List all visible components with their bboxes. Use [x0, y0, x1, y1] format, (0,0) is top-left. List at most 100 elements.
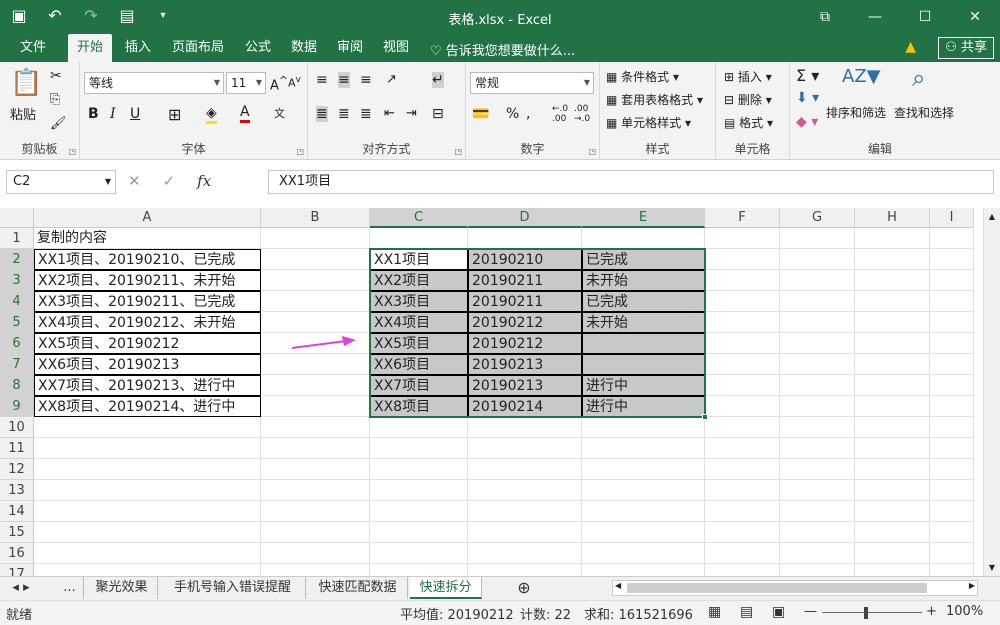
sheet-tab[interactable]: 快速匹配数据: [308, 577, 408, 599]
cell[interactable]: [261, 312, 370, 333]
column-header-b[interactable]: B: [261, 208, 370, 228]
cell[interactable]: [370, 522, 468, 543]
cell[interactable]: XX7项目、20190213、进行中: [34, 375, 261, 396]
dialog-launcher-icon[interactable]: ◳: [68, 147, 76, 156]
italic-icon[interactable]: I: [110, 106, 116, 122]
row-header-6[interactable]: 6: [0, 333, 34, 354]
cell[interactable]: [780, 270, 855, 291]
cell[interactable]: [855, 564, 930, 576]
cell[interactable]: [930, 375, 974, 396]
percent-icon[interactable]: %: [506, 106, 519, 122]
cell[interactable]: 进行中: [582, 396, 705, 417]
cell[interactable]: [582, 354, 705, 375]
cell[interactable]: [780, 228, 855, 249]
fill-icon[interactable]: ⬇ ▾: [796, 90, 819, 106]
cell[interactable]: 已完成: [582, 291, 705, 312]
decrease-font-icon[interactable]: Av: [288, 74, 301, 90]
cell[interactable]: [855, 396, 930, 417]
fill-handle[interactable]: [702, 414, 708, 420]
cell[interactable]: [855, 438, 930, 459]
cell[interactable]: [855, 249, 930, 270]
cell[interactable]: [930, 564, 974, 576]
cell[interactable]: [261, 501, 370, 522]
column-header-f[interactable]: F: [705, 208, 780, 228]
cell[interactable]: 20190210: [468, 249, 582, 270]
tab-file[interactable]: 文件: [10, 34, 56, 62]
column-header-e[interactable]: E: [582, 208, 705, 228]
worksheet-grid[interactable]: ▲ ▼ A B C D E F G H I 1 复制的内容 2 XX1项目、20190210、已完成 XX…: [0, 208, 1000, 576]
cell[interactable]: [705, 249, 780, 270]
cell[interactable]: [855, 480, 930, 501]
cell[interactable]: [468, 480, 582, 501]
cell[interactable]: [780, 396, 855, 417]
cell[interactable]: [468, 564, 582, 576]
zoom-in-icon[interactable]: +: [926, 604, 937, 619]
cell[interactable]: XX7项目: [370, 375, 468, 396]
find-select-button[interactable]: 查找和选择: [894, 104, 954, 121]
ribbon-display-icon[interactable]: ⧉: [800, 0, 850, 34]
cell[interactable]: [34, 417, 261, 438]
number-format-select[interactable]: 常规 ▼: [470, 72, 594, 94]
cell[interactable]: [261, 270, 370, 291]
cell[interactable]: [705, 543, 780, 564]
cell[interactable]: [855, 375, 930, 396]
row-header-17[interactable]: 17: [0, 564, 34, 576]
name-box[interactable]: C2 ▼: [6, 170, 116, 194]
cell[interactable]: [780, 480, 855, 501]
decrease-indent-icon[interactable]: ⇤: [384, 106, 395, 121]
border-icon[interactable]: ⊞: [168, 105, 181, 124]
cell[interactable]: [930, 354, 974, 375]
vertical-scrollbar[interactable]: ▲ ▼: [983, 208, 1000, 576]
column-header-i[interactable]: I: [930, 208, 974, 228]
sheet-tab-active[interactable]: 快速拆分: [410, 577, 482, 599]
warning-icon[interactable]: ▲: [905, 39, 916, 55]
row-header-11[interactable]: 11: [0, 438, 34, 459]
cell[interactable]: [261, 417, 370, 438]
cell[interactable]: [780, 417, 855, 438]
cell[interactable]: [705, 291, 780, 312]
cell[interactable]: [370, 543, 468, 564]
cell[interactable]: [370, 480, 468, 501]
cancel-icon[interactable]: ✕: [128, 172, 141, 190]
tab-formulas[interactable]: 公式: [238, 34, 278, 62]
add-sheet-icon[interactable]: ⊕: [512, 577, 536, 599]
insert-cells-button[interactable]: ⊞ 插入 ▾: [724, 68, 772, 85]
cell[interactable]: [34, 543, 261, 564]
cell[interactable]: [582, 564, 705, 576]
cell[interactable]: [34, 480, 261, 501]
dialog-launcher-icon[interactable]: ◳: [454, 147, 462, 156]
cell[interactable]: [34, 438, 261, 459]
font-color-icon[interactable]: A: [240, 104, 250, 123]
cell[interactable]: [930, 522, 974, 543]
cell[interactable]: [705, 396, 780, 417]
cell[interactable]: [261, 438, 370, 459]
cell[interactable]: [468, 417, 582, 438]
row-header-16[interactable]: 16: [0, 543, 34, 564]
increase-indent-icon[interactable]: ⇥: [406, 106, 417, 121]
row-header-2[interactable]: 2: [0, 249, 34, 270]
tab-view[interactable]: 视图: [376, 34, 416, 62]
page-break-view-icon[interactable]: ▣: [772, 604, 785, 620]
merge-center-icon[interactable]: ⊟: [432, 106, 444, 122]
underline-icon[interactable]: U: [130, 106, 140, 122]
align-center-icon[interactable]: ≣: [338, 106, 350, 122]
format-painter-icon[interactable]: 🖌: [50, 116, 67, 131]
cell[interactable]: [370, 228, 468, 249]
cell[interactable]: [370, 564, 468, 576]
wrap-text-icon[interactable]: ↵: [432, 72, 444, 88]
comma-icon[interactable]: ,: [526, 106, 530, 122]
cell[interactable]: [930, 228, 974, 249]
cell[interactable]: [780, 459, 855, 480]
cell[interactable]: [705, 438, 780, 459]
cell[interactable]: [705, 501, 780, 522]
horizontal-scrollbar[interactable]: ◀ ▶: [612, 580, 978, 596]
cell[interactable]: XX2项目: [370, 270, 468, 291]
conditional-format-button[interactable]: ▦ 条件格式 ▾: [606, 68, 679, 85]
cell[interactable]: [705, 375, 780, 396]
currency-icon[interactable]: 💳: [472, 106, 489, 122]
bold-icon[interactable]: B: [88, 106, 99, 122]
cut-icon[interactable]: ✂: [50, 68, 62, 84]
cell[interactable]: XX6项目: [370, 354, 468, 375]
find-icon[interactable]: ⌕: [912, 64, 925, 92]
cell[interactable]: [930, 249, 974, 270]
